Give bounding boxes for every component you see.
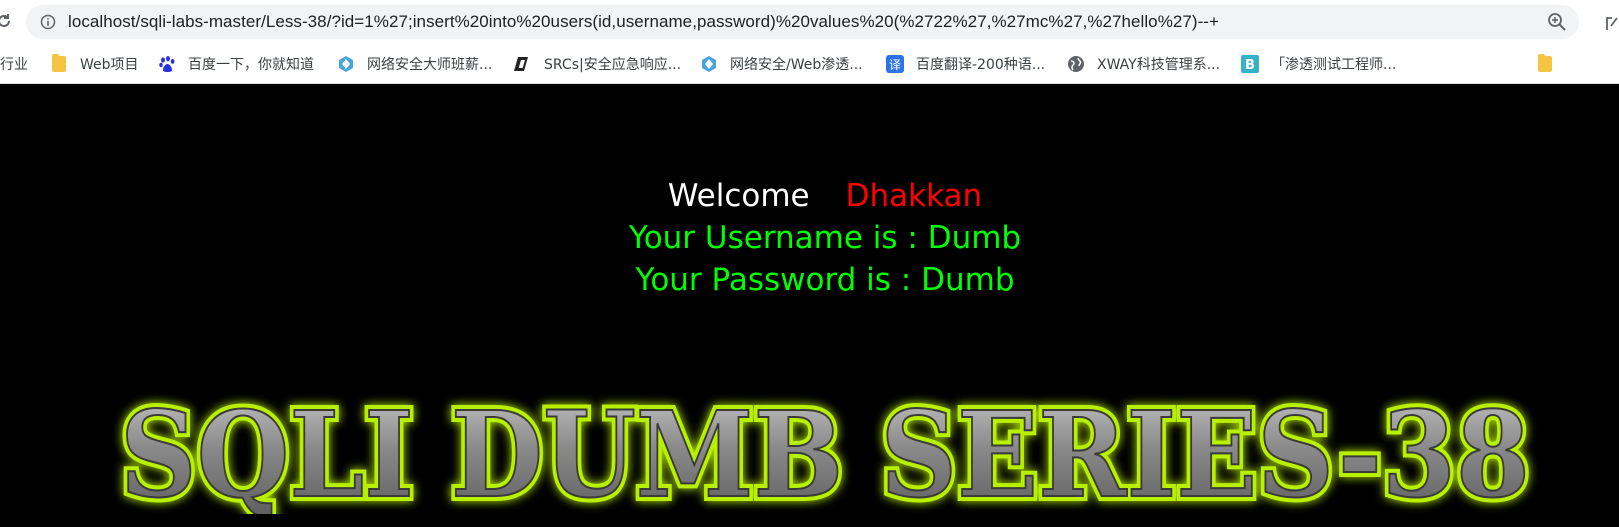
address-bar: localhost/sqli-labs-master/Less-38/?id=1…	[0, 0, 1619, 44]
bookmark-item[interactable]: 网络安全/Web渗透...	[700, 53, 863, 75]
slash-logo-icon	[514, 55, 532, 73]
bookmark-item[interactable]: 译 百度翻译-200种语...	[886, 53, 1045, 75]
bookmark-item[interactable]: XWAY科技管理系...	[1067, 53, 1220, 75]
translate-icon: 译	[886, 55, 904, 73]
bookmark-folder[interactable]	[1536, 53, 1566, 75]
bookmark-label: 网络安全/Web渗透...	[730, 57, 863, 73]
bookmark-item[interactable]: B 「渗透测试工程师...	[1241, 53, 1396, 75]
bookmark-label: 百度翻译-200种语...	[916, 57, 1046, 73]
url-field[interactable]: localhost/sqli-labs-master/Less-38/?id=1…	[26, 5, 1579, 39]
bookmark-label: 网络安全大师班薪...	[367, 57, 493, 73]
svg-text:B: B	[1245, 58, 1255, 73]
bookmark-item[interactable]: 行业	[0, 53, 28, 75]
bookmark-label: 百度一下，你就知道	[188, 57, 314, 73]
reload-icon[interactable]	[0, 11, 14, 31]
bookmark-item[interactable]: 网络安全大师班薪...	[337, 53, 492, 75]
svg-text:译: 译	[889, 58, 901, 72]
password-line: Your Password is : Dumb	[635, 262, 1015, 298]
b-letter-icon: B	[1241, 55, 1259, 73]
banner-text: SQLI DUMB SERIES-38	[120, 385, 1530, 514]
bookmark-label: 「渗透测试工程师...	[1271, 57, 1397, 73]
baidu-paw-icon	[158, 55, 176, 73]
bookmark-label: SRCs|安全应急响应...	[544, 57, 682, 73]
username-line: Your Username is : Dumb	[628, 220, 1022, 256]
share-icon[interactable]	[1605, 12, 1619, 32]
series-banner: SQLI DUMB SERIES-38 SQLI DUMB SERIES-38	[115, 384, 1535, 514]
bookmark-item[interactable]: SRCs|安全应急响应...	[514, 53, 681, 75]
shield-diamond-icon	[337, 55, 355, 73]
folder-icon	[50, 54, 68, 73]
globe-icon	[1067, 55, 1085, 73]
info-icon[interactable]	[40, 14, 56, 30]
url-text[interactable]: localhost/sqli-labs-master/Less-38/?id=1…	[68, 12, 1219, 32]
page-content: Welcome Dhakkan Your Username is : Dumb Y…	[0, 84, 1619, 527]
bookmark-label: 行业	[0, 57, 28, 73]
welcome-text: Welcome	[667, 178, 810, 214]
user-name: Dhakkan	[845, 178, 983, 214]
shield-diamond-icon	[700, 55, 718, 73]
bookmark-label: XWAY科技管理系...	[1097, 57, 1221, 73]
folder-icon	[1536, 54, 1554, 73]
bookmarks-bar: 行业 Web项目 百度一下，你就知道 网络安全大师班薪... SRCs|安全应急…	[0, 44, 1619, 84]
bookmark-folder[interactable]: Web项目	[50, 53, 139, 75]
zoom-icon[interactable]	[1547, 12, 1567, 32]
bookmark-label: Web项目	[80, 57, 139, 73]
welcome-line: Welcome Dhakkan	[0, 178, 1619, 214]
bookmark-item[interactable]: 百度一下，你就知道	[158, 53, 314, 75]
